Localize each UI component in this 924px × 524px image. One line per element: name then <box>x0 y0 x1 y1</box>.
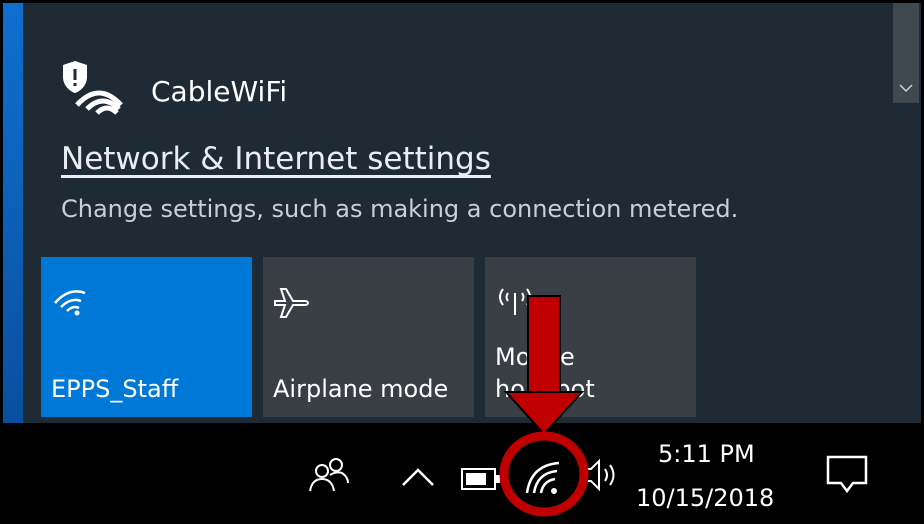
flyout-accent-bar <box>3 3 23 423</box>
network-settings-link[interactable]: Network & Internet settings <box>61 141 491 177</box>
airplane-icon <box>273 283 313 319</box>
clock-time[interactable]: 5:11 PM <box>658 440 755 468</box>
tile-label: Airplane mode <box>273 375 449 403</box>
network-flyout: CableWiFi Network & Internet settings Ch… <box>3 3 921 423</box>
chevron-down-icon[interactable] <box>893 81 919 97</box>
tile-label-line: Mo le <box>495 343 575 371</box>
network-list-item[interactable]: CableWiFi <box>55 61 287 121</box>
screenshot-frame: CableWiFi Network & Internet settings Ch… <box>0 0 924 524</box>
mobile-hotspot-icon <box>495 283 535 319</box>
tile-label-line: ho pot <box>495 375 595 403</box>
wifi-icon[interactable] <box>523 457 563 501</box>
tile-mobile-hotspot[interactable]: Mo le ho pot <box>485 257 696 417</box>
wifi-icon <box>51 283 91 319</box>
network-settings-description: Change settings, such as making a connec… <box>61 195 739 223</box>
secured-wifi-icon <box>55 61 125 121</box>
tile-wifi[interactable]: EPPS_Staff <box>41 257 252 417</box>
taskbar: 5:11 PM 10/15/2018 <box>3 423 921 521</box>
people-icon[interactable] <box>308 457 352 499</box>
clock-date[interactable]: 10/15/2018 <box>636 484 774 512</box>
network-name: CableWiFi <box>151 74 288 108</box>
tile-label: EPPS_Staff <box>51 375 179 403</box>
action-center-icon[interactable] <box>825 453 869 501</box>
chevron-up-icon[interactable] <box>401 467 435 491</box>
flyout-scrollbar[interactable] <box>893 3 919 103</box>
volume-icon[interactable] <box>581 457 621 497</box>
tile-label: Mo le ho pot <box>495 341 690 405</box>
tile-airplane-mode[interactable]: Airplane mode <box>263 257 474 417</box>
battery-icon[interactable] <box>461 467 501 495</box>
